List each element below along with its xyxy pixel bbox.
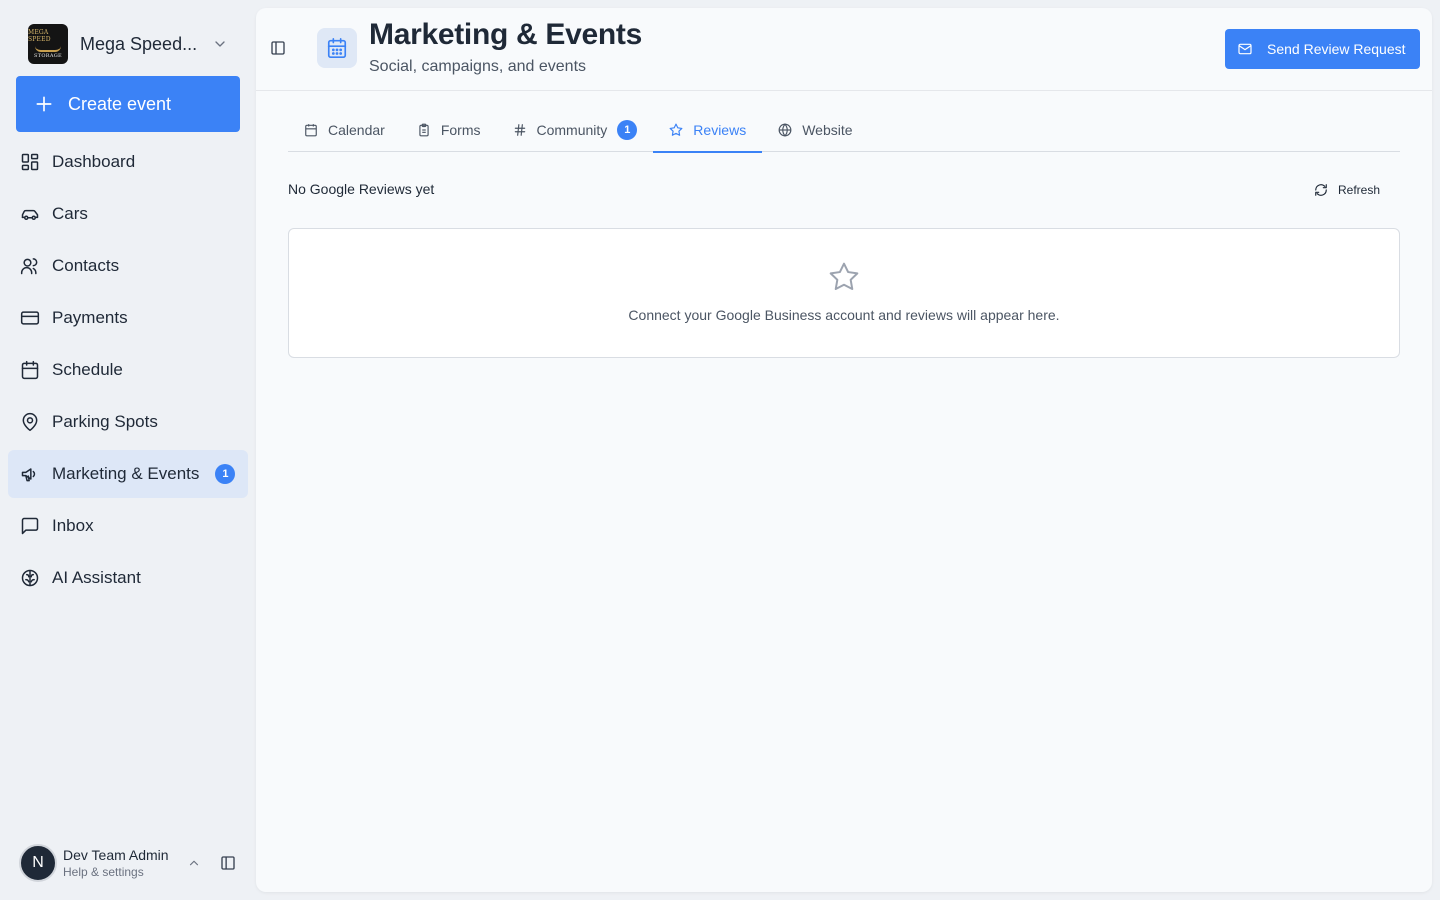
sidebar-item-schedule[interactable]: Schedule: [8, 346, 248, 394]
credit-card-icon: [20, 311, 40, 325]
sidebar-item-ai-assistant[interactable]: AI Assistant: [8, 554, 248, 602]
sidebar-item-payments[interactable]: Payments: [8, 294, 248, 342]
tab-label: Forms: [440, 122, 481, 138]
brand-logo: MEGA SPEED STORAGE: [28, 24, 68, 64]
hash-icon: [514, 124, 525, 136]
dashboard-grid-icon: [21, 153, 39, 171]
create-event-button[interactable]: Create event: [16, 76, 240, 132]
car-icon: [21, 209, 39, 220]
sidebar-item-contacts[interactable]: Contacts: [8, 242, 248, 290]
workspace-switcher[interactable]: MEGA SPEED STORAGE Mega Speed...: [16, 20, 240, 68]
workspace-name: Mega Speed...: [80, 33, 198, 54]
sidebar-item-inbox[interactable]: Inbox: [8, 502, 248, 550]
calendar-icon: [21, 360, 39, 380]
star-icon: [829, 262, 859, 290]
sidebar-item-cars[interactable]: Cars: [8, 190, 248, 238]
tab-label: Community: [536, 122, 608, 138]
globe-icon: [778, 123, 792, 137]
sidebar-item-dashboard[interactable]: Dashboard: [8, 138, 248, 186]
tab-calendar[interactable]: Calendar: [288, 108, 401, 152]
brain-icon: [21, 569, 39, 587]
sidebar-nav: Dashboard Cars Contacts Payments Schedul…: [8, 138, 248, 606]
users-icon: [20, 258, 38, 275]
page-icon: [317, 28, 357, 68]
user-name: Dev Team Admin: [63, 847, 169, 863]
page-subtitle: Social, campaigns, and events: [369, 58, 587, 75]
tab-reviews[interactable]: Reviews: [653, 108, 763, 153]
tab-label: Calendar: [328, 122, 385, 138]
calendar-icon: [305, 124, 317, 137]
main-panel: Marketing & Events Social, campaigns, an…: [256, 8, 1432, 892]
notification-badge: 1: [617, 120, 638, 140]
send-review-request-button[interactable]: Send Review Request: [1225, 29, 1420, 69]
sidebar-item-label: Parking Spots: [52, 412, 158, 431]
sidebar-item-label: Schedule: [52, 360, 123, 379]
notification-badge: 1: [215, 464, 236, 484]
app-window: MEGA SPEED STORAGE Mega Speed... Create …: [0, 0, 1440, 900]
page-title: Marketing & Events: [369, 18, 643, 51]
sidebar-item-label: Inbox: [52, 516, 94, 535]
calendar-icon: [327, 38, 347, 58]
sidebar-item-label: Contacts: [52, 256, 120, 275]
tab-forms[interactable]: Forms: [401, 108, 497, 152]
map-pin-icon: [22, 412, 38, 432]
tab-label: Reviews: [693, 122, 747, 138]
sidebar-item-parking-spots[interactable]: Parking Spots: [8, 398, 248, 446]
message-square-icon: [21, 517, 39, 535]
refresh-label: Refresh: [1338, 183, 1381, 197]
star-icon: [669, 123, 683, 136]
user-menu: N Dev Team Admin Help & settings: [16, 840, 244, 886]
sidebar-item-label: Marketing & Events: [52, 464, 200, 483]
sidebar-item-label: AI Assistant: [52, 568, 141, 587]
tab-label: Website: [802, 122, 853, 138]
user-info[interactable]: Dev Team Admin Help & settings: [63, 846, 181, 880]
sidebar: MEGA SPEED STORAGE Mega Speed... Create …: [0, 0, 256, 900]
tab-community[interactable]: Community 1: [497, 108, 654, 152]
megaphone-icon: [21, 468, 36, 482]
refresh-icon: [1315, 184, 1327, 196]
create-event-label: Create event: [68, 93, 172, 114]
chevron-up-icon[interactable]: [187, 856, 201, 870]
sidebar-item-label: Cars: [52, 204, 88, 223]
tab-website[interactable]: Website: [762, 108, 868, 152]
send-review-request-label: Send Review Request: [1267, 41, 1406, 57]
reviews-empty-state: Connect your Google Business account and…: [288, 228, 1400, 358]
empty-state-message: Connect your Google Business account and…: [628, 307, 1060, 323]
sidebar-collapse-icon[interactable]: [219, 854, 237, 872]
sidebar-item-marketing-events[interactable]: Marketing & Events 1: [8, 450, 248, 498]
page-header: Marketing & Events Social, campaigns, an…: [256, 8, 1432, 91]
mail-icon: [1238, 43, 1252, 55]
user-subtitle: Help & settings: [63, 865, 144, 879]
tab-bar: Calendar Forms Community 1 Reviews Websi…: [288, 108, 1400, 153]
plus-icon: [36, 96, 52, 112]
chevron-down-icon: [215, 41, 225, 47]
refresh-button[interactable]: Refresh: [1314, 178, 1380, 202]
clipboard-icon: [419, 123, 429, 137]
reviews-section-title: No Google Reviews yet: [288, 181, 435, 197]
sidebar-item-label: Payments: [52, 308, 128, 327]
sidebar-item-label: Dashboard: [52, 152, 136, 171]
sidebar-toggle-icon[interactable]: [270, 40, 286, 56]
avatar[interactable]: N: [19, 844, 57, 882]
